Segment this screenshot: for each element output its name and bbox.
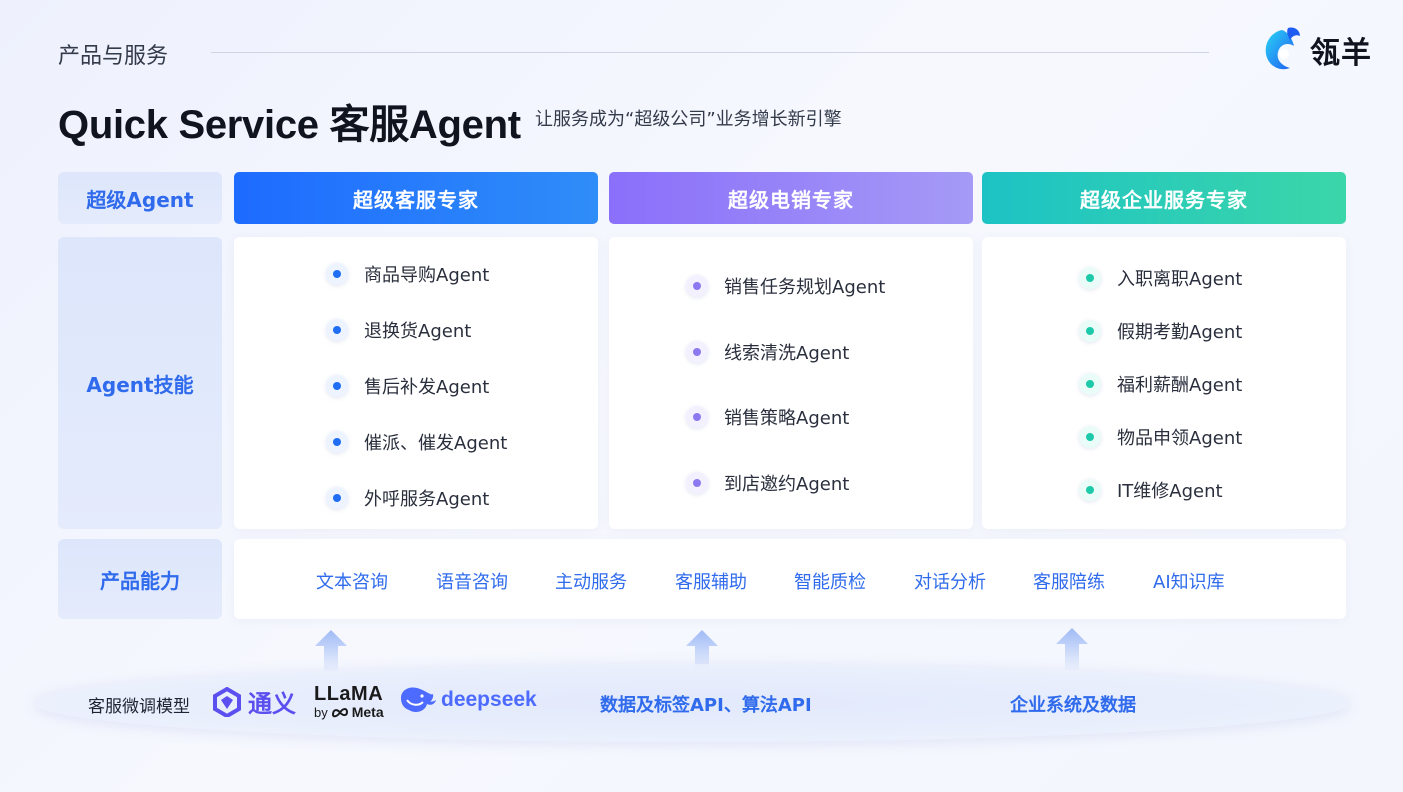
agent-skill-label: 退换货Agent <box>364 321 472 342</box>
agent-skill-label: 福利薪酬Agent <box>1117 375 1243 396</box>
bullet-icon <box>326 431 348 453</box>
list-item: 到店邀约Agent <box>686 470 849 496</box>
enterprise-data-label: 企业系统及数据 <box>1010 695 1136 716</box>
capability-item: 对话分析 <box>914 572 986 593</box>
row-label-product-capability: 产品能力 <box>58 539 222 619</box>
agent-skill-label: 到店邀约Agent <box>724 474 850 495</box>
capability-item: AI知识库 <box>1153 572 1225 593</box>
list-item: 商品导购Agent <box>326 261 489 287</box>
meta-text: Meta <box>351 704 384 720</box>
bullet-icon <box>1079 267 1101 289</box>
agent-skill-label: 售后补发Agent <box>364 377 490 398</box>
list-item: 假期考勤Agent <box>1079 318 1242 344</box>
data-api-label: 数据及标签API、算法API <box>600 695 812 716</box>
row-label-super-agent: 超级Agent <box>58 172 222 224</box>
header-divider <box>211 52 1209 53</box>
deepseek-logo-text: deepseek <box>441 688 537 711</box>
agent-skill-label: 催派、催发Agent <box>364 433 508 454</box>
agent-skill-label: IT维修Agent <box>1117 481 1223 502</box>
list-item: 催派、催发Agent <box>326 429 507 455</box>
tongyi-logo-text: 通义 <box>248 690 296 718</box>
foundation-label: 客服微调模型 <box>88 697 190 717</box>
up-arrow-icon <box>315 630 347 672</box>
column-header-telesales: 超级电销专家 <box>609 172 973 224</box>
bullet-icon <box>686 472 708 494</box>
up-arrow-icon <box>1056 628 1088 670</box>
brand-name: 瓴羊 <box>1310 36 1372 71</box>
deepseek-logo: deepseek <box>397 684 537 716</box>
section-label: 产品与服务 <box>58 44 169 69</box>
tongyi-logo: 通义 <box>212 684 296 719</box>
agent-skill-label: 物品申领Agent <box>1117 428 1243 449</box>
bullet-icon <box>686 341 708 363</box>
agent-skill-label: 线索清洗Agent <box>724 343 850 364</box>
bullet-icon <box>1079 373 1101 395</box>
capability-item: 智能质检 <box>794 572 866 593</box>
list-item: 入职离职Agent <box>1079 265 1242 291</box>
list-item: 福利薪酬Agent <box>1079 371 1242 397</box>
list-item: 外呼服务Agent <box>326 485 489 511</box>
llama-logo: LLaMA by Meta <box>314 684 384 719</box>
agent-skill-label: 外呼服务Agent <box>364 489 490 510</box>
llama-logo-text: LLaMA <box>314 683 384 705</box>
list-item: 线索清洗Agent <box>686 339 849 365</box>
column-header-enterprise-service: 超级企业服务专家 <box>982 172 1346 224</box>
list-item: 销售任务规划Agent <box>686 273 885 299</box>
list-item: IT维修Agent <box>1079 477 1223 503</box>
bullet-icon <box>1079 320 1101 342</box>
bullet-icon <box>686 406 708 428</box>
agent-skill-label: 销售任务规划Agent <box>724 277 886 298</box>
tongyi-logo-icon <box>213 686 241 717</box>
lingyang-logo-icon <box>1265 27 1300 70</box>
agent-skill-label: 商品导购Agent <box>364 265 490 286</box>
agent-skill-label: 入职离职Agent <box>1117 269 1243 290</box>
bullet-icon <box>1079 479 1101 501</box>
list-item: 物品申领Agent <box>1079 424 1242 450</box>
page-subtitle: 让服务成为“超级公司”业务增长新引擎 <box>535 109 842 130</box>
list-item: 退换货Agent <box>326 317 471 343</box>
agent-skill-label: 假期考勤Agent <box>1117 322 1243 343</box>
column-header-customer-service: 超级客服专家 <box>234 172 598 224</box>
list-item: 售后补发Agent <box>326 373 489 399</box>
meta-infinity-icon <box>331 707 348 717</box>
agent-skill-label: 销售策略Agent <box>724 408 850 429</box>
bullet-icon <box>1079 426 1101 448</box>
list-item: 销售策略Agent <box>686 404 849 430</box>
capability-item: 语音咨询 <box>436 572 508 593</box>
whale-icon <box>401 687 436 712</box>
bullet-icon <box>686 275 708 297</box>
capability-item: 客服陪练 <box>1033 572 1105 593</box>
capability-item: 文本咨询 <box>316 572 388 593</box>
page-title: Quick Service 客服Agent <box>58 103 521 147</box>
llama-by-text: by <box>314 704 328 720</box>
brand-logo: 瓴羊 <box>1258 24 1372 76</box>
row-label-agent-skills: Agent技能 <box>58 237 222 529</box>
capability-item: 客服辅助 <box>675 572 747 593</box>
capability-item: 主动服务 <box>555 572 627 593</box>
bullet-icon <box>326 319 348 341</box>
bullet-icon <box>326 487 348 509</box>
bullet-icon <box>326 263 348 285</box>
bullet-icon <box>326 375 348 397</box>
